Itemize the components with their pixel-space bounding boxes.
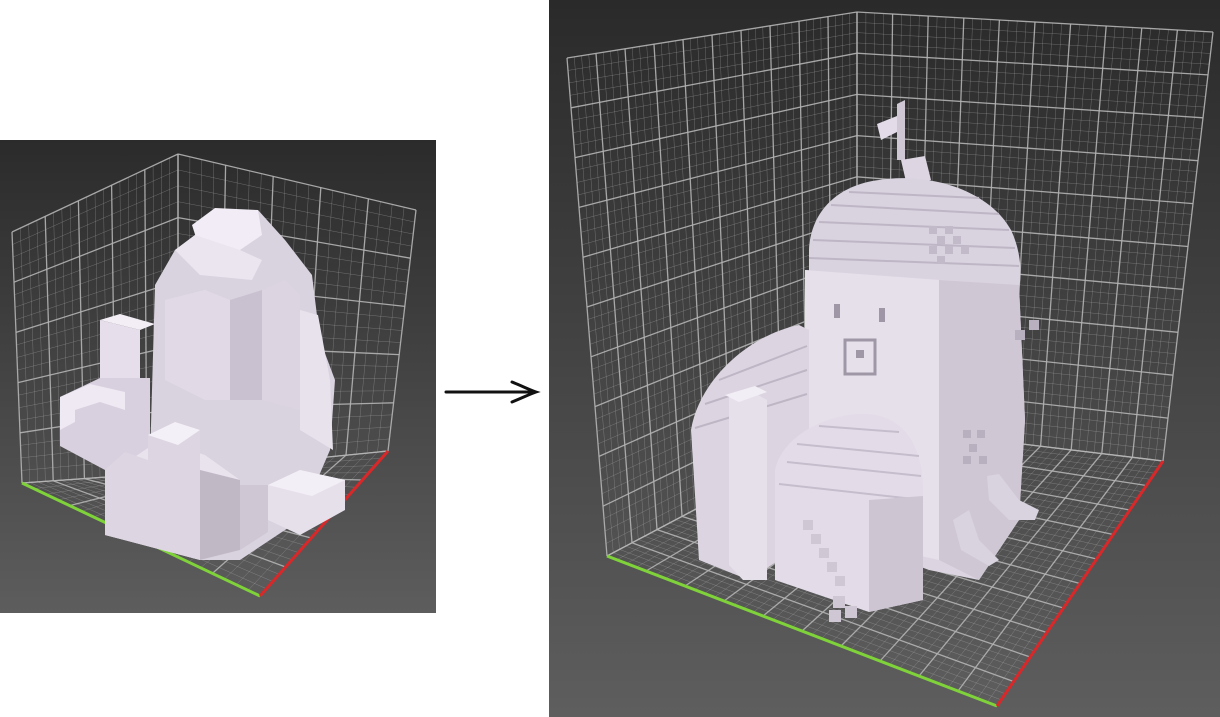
detailed-model-viewport [549,0,1220,717]
coarse-model-scene [0,140,436,613]
right-arrow-icon [440,372,544,412]
coarse-model-viewport [0,140,436,613]
detailed-model-scene [549,0,1220,717]
